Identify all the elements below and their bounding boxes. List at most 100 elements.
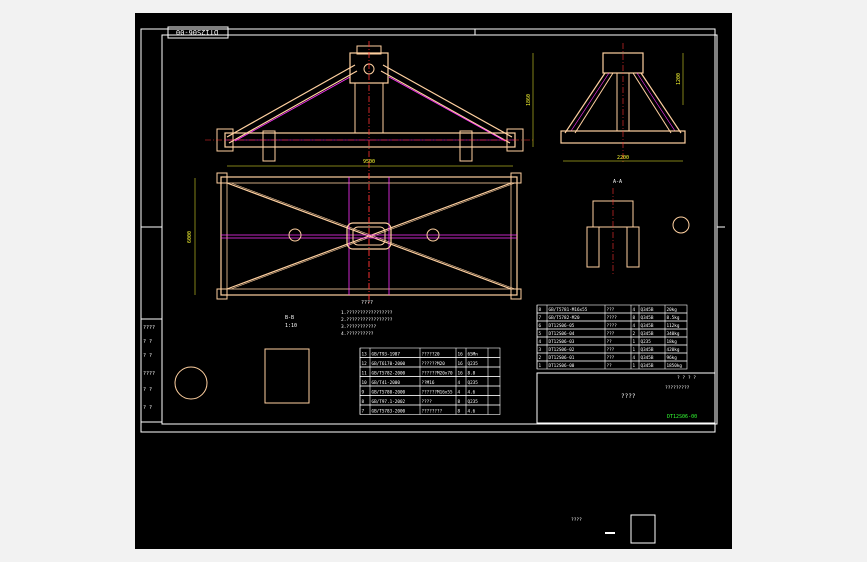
- lower-table-cell: 10: [362, 380, 368, 386]
- plan-caption: ????: [361, 300, 373, 306]
- lower-table-cell: 16: [458, 361, 464, 367]
- upper-table-cell: 96kg: [667, 355, 678, 361]
- lower-table-cell: 9: [362, 390, 365, 396]
- upper-table-cell: ???: [607, 307, 615, 313]
- lower-table-cell: Q235: [468, 399, 479, 405]
- upper-table-cell: 4: [633, 323, 636, 329]
- bottom-extras: ????: [571, 514, 656, 544]
- lower-table-cell: Q235: [468, 380, 479, 386]
- engineering-drawing: DT12S06-00 9500 1860 6000 ???? 2200 1200…: [140, 26, 725, 544]
- plan-view: 6000 ????: [187, 172, 522, 306]
- front-view: 9500 1860: [205, 41, 535, 305]
- parts-table-upper: 8 GB/T5781-M16x55??? 4 Q345B 20kg 7 GB/T5782-M…: [536, 304, 688, 370]
- detail-scale: 1:10: [285, 323, 297, 329]
- upper-table-cell: 1: [633, 339, 636, 345]
- front-width-dimension: 9500: [363, 159, 375, 165]
- upper-table-cell: Q345B: [641, 363, 654, 369]
- upper-table-cell: 4: [539, 339, 542, 345]
- title-block-scale: ?????????: [665, 385, 690, 391]
- lower-table-cell: 16: [458, 371, 464, 377]
- lower-table-cell: 8.8: [468, 371, 476, 377]
- upper-table-cell: DT12S06-02: [549, 347, 575, 353]
- upper-table-cell: ???: [607, 331, 615, 337]
- lower-table-cell: 16: [458, 352, 464, 358]
- plan-width-dimension: 6000: [187, 231, 193, 243]
- lower-table-cell: ??????M20x70: [422, 371, 453, 377]
- upper-table-cell: 8: [539, 307, 542, 313]
- upper-table-cell: Q235: [641, 339, 652, 345]
- upper-table-cell: Q345B: [641, 355, 654, 361]
- lower-table-cell: GB/T93-1987: [372, 352, 401, 358]
- lower-table-cell: 12: [362, 361, 368, 367]
- lower-table-cell: ??????M16x55: [422, 390, 453, 396]
- lower-table-cell: 13: [362, 352, 368, 358]
- lower-table-cell: 8: [458, 399, 461, 405]
- lower-table-cell: GB/T6170-2000: [372, 361, 406, 367]
- title-block-project: ????: [621, 393, 636, 400]
- left-strip-table: ???? ? ? ? ? ???? ? ? ? ?: [140, 318, 163, 423]
- upper-table-cell: Q345B: [641, 307, 654, 313]
- front-height-dimension: 1860: [526, 94, 532, 106]
- upper-table-cell: 420kg: [667, 347, 680, 353]
- lower-table-cell: 7: [362, 409, 365, 415]
- lower-table-cell: 4.6: [468, 409, 476, 415]
- upper-table-cell: 1: [539, 363, 542, 369]
- lower-table-cell: Q235: [468, 361, 479, 367]
- upper-table-cell: Q345B: [641, 331, 654, 337]
- side-width-dimension: 2200: [617, 155, 629, 161]
- left-strip-row: ? ?: [143, 405, 152, 411]
- lower-table-cell: ????: [422, 399, 433, 405]
- upper-table-cell: 4: [633, 355, 636, 361]
- cad-viewport[interactable]: DT12S06-00 9500 1860 6000 ???? 2200 1200…: [135, 13, 732, 549]
- upper-table-cell: ????: [607, 315, 618, 321]
- lower-table-cell: 4.6: [468, 390, 476, 396]
- lower-table-cell: 8: [362, 399, 365, 405]
- tech-note-1: 1.?????????????????: [341, 310, 393, 316]
- tech-note-4: 4.??????????: [341, 331, 374, 337]
- left-strip-row: ? ?: [143, 353, 152, 359]
- lower-table-cell: GB/T97.1-2002: [372, 399, 406, 405]
- section-label: A-A: [613, 179, 622, 185]
- upper-table-cell: DT12S06-01: [549, 355, 575, 361]
- section-view: A-A: [586, 179, 690, 275]
- left-strip-row: ? ?: [143, 339, 152, 345]
- upper-table-cell: 8.5kg: [667, 315, 680, 321]
- lower-table-cell: ????????: [422, 409, 443, 415]
- lower-table-cell: GB/T5783-2000: [372, 409, 406, 415]
- upper-table-cell: Q345B: [641, 347, 654, 353]
- tech-note-2: 2.?????????????????: [341, 317, 393, 323]
- upper-table-cell: ????: [607, 323, 618, 329]
- upper-table-cell: GB/T5781-M16x55: [549, 307, 588, 313]
- upper-table-cell: 2: [539, 355, 542, 361]
- upper-table-cell: ??: [607, 339, 613, 345]
- upper-table-cell: DT12S06-03: [549, 339, 575, 345]
- upper-table-cell: 20kg: [667, 307, 678, 313]
- detail-label: B-B: [285, 315, 294, 321]
- upper-table-cell: DT12S06-00: [549, 363, 575, 369]
- left-strip-row: ? ?: [143, 387, 152, 393]
- lower-table-cell: 11: [362, 371, 368, 377]
- upper-table-cell: ???: [607, 355, 615, 361]
- upper-table-cell: 18kg: [667, 339, 678, 345]
- detail-view: B-B 1:10: [174, 315, 310, 404]
- lower-table-cell: ?????20: [422, 352, 441, 358]
- left-strip-row: ????: [143, 371, 155, 377]
- drawing-number-box: DT12S06-00: [167, 26, 229, 39]
- upper-table-cell: 112kg: [667, 323, 680, 329]
- lower-table-cell: 4: [458, 380, 461, 386]
- lower-table-cell: ??????M20: [422, 361, 446, 367]
- side-view: 2200 1200: [560, 43, 686, 163]
- title-block-sheet: ? ? ? ?: [677, 375, 696, 381]
- upper-table-cell: 4: [633, 307, 636, 313]
- upper-table-cell: DT12S06-04: [549, 331, 575, 337]
- drawing-number: DT12S06-00: [176, 28, 218, 36]
- upper-table-cell: ???: [607, 347, 615, 353]
- lower-table-cell: 8: [458, 409, 461, 415]
- upper-table-cell: Q345B: [641, 315, 654, 321]
- technical-notes: 1.????????????????? 2.????????????????? …: [341, 310, 393, 337]
- left-strip-row: ????: [143, 325, 155, 331]
- lower-table-cell: 4: [458, 390, 461, 396]
- lower-table-cell: GB/T41-2000: [372, 380, 401, 386]
- tech-note-3: 3.???????????: [341, 324, 377, 330]
- lower-table-cell: GB/T5782-2000: [372, 371, 406, 377]
